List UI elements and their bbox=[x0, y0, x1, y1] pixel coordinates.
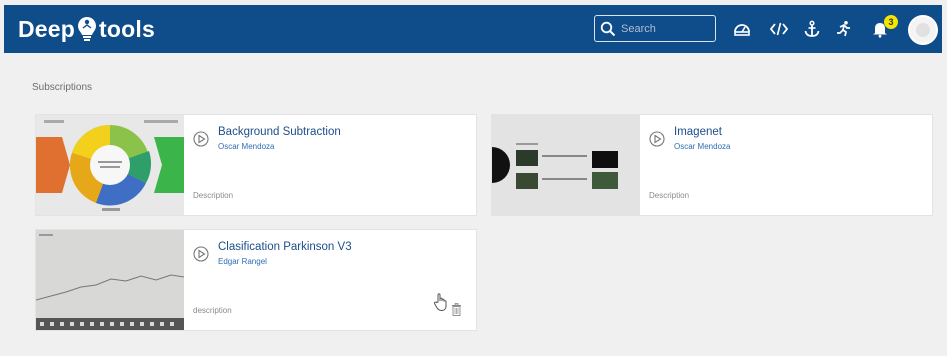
play-icon[interactable] bbox=[193, 131, 209, 147]
search-icon bbox=[600, 21, 616, 36]
brand-logo[interactable]: Deep tools bbox=[18, 15, 155, 43]
subscription-card[interactable]: Clasification Parkinson V3 Edgar Rangel … bbox=[35, 229, 477, 331]
card-title[interactable]: Clasification Parkinson V3 bbox=[218, 241, 352, 253]
card-description: Description bbox=[649, 191, 690, 200]
dashboard-icon[interactable] bbox=[732, 19, 752, 39]
lightbulb-logo-icon bbox=[78, 17, 97, 41]
play-icon[interactable] bbox=[649, 131, 665, 147]
card-author[interactable]: Edgar Rangel bbox=[218, 257, 267, 266]
subscription-card[interactable]: Imagenet Oscar Mendoza Description bbox=[491, 114, 933, 216]
card-description: description bbox=[193, 306, 232, 315]
trash-icon[interactable] bbox=[451, 303, 462, 316]
code-icon[interactable] bbox=[769, 19, 789, 39]
avatar-image bbox=[916, 23, 930, 37]
card-title[interactable]: Background Subtraction bbox=[218, 126, 341, 138]
card-title[interactable]: Imagenet bbox=[674, 126, 722, 138]
card-thumbnail[interactable] bbox=[492, 115, 640, 215]
hand-pointer-icon[interactable] bbox=[432, 292, 450, 312]
chart-thumbnail-image bbox=[36, 230, 184, 330]
brand-right-text: tools bbox=[99, 15, 155, 42]
card-thumbnail[interactable] bbox=[36, 230, 184, 330]
notification-badge: 3 bbox=[884, 15, 898, 29]
anchor-icon[interactable] bbox=[802, 19, 822, 39]
run-icon[interactable] bbox=[834, 19, 854, 39]
play-icon[interactable] bbox=[193, 246, 209, 262]
card-thumbnail[interactable] bbox=[36, 115, 184, 215]
search-box[interactable] bbox=[594, 15, 716, 42]
search-input[interactable] bbox=[621, 22, 711, 35]
subscription-card[interactable]: Background Subtraction Oscar Mendoza Des… bbox=[35, 114, 477, 216]
page: Deep tools Search 3 Subscriptions Backgr… bbox=[0, 0, 947, 356]
card-description: Description bbox=[193, 191, 234, 200]
diagram-thumbnail-image bbox=[36, 115, 184, 215]
top-navbar: Deep tools Search 3 bbox=[4, 5, 942, 53]
avatar[interactable] bbox=[908, 15, 938, 45]
card-author[interactable]: Oscar Mendoza bbox=[674, 142, 730, 151]
section-title: Subscriptions bbox=[32, 82, 93, 93]
card-author[interactable]: Oscar Mendoza bbox=[218, 142, 274, 151]
imagenet-thumbnail-image bbox=[492, 115, 640, 215]
brand-left-text: Deep bbox=[18, 15, 76, 42]
